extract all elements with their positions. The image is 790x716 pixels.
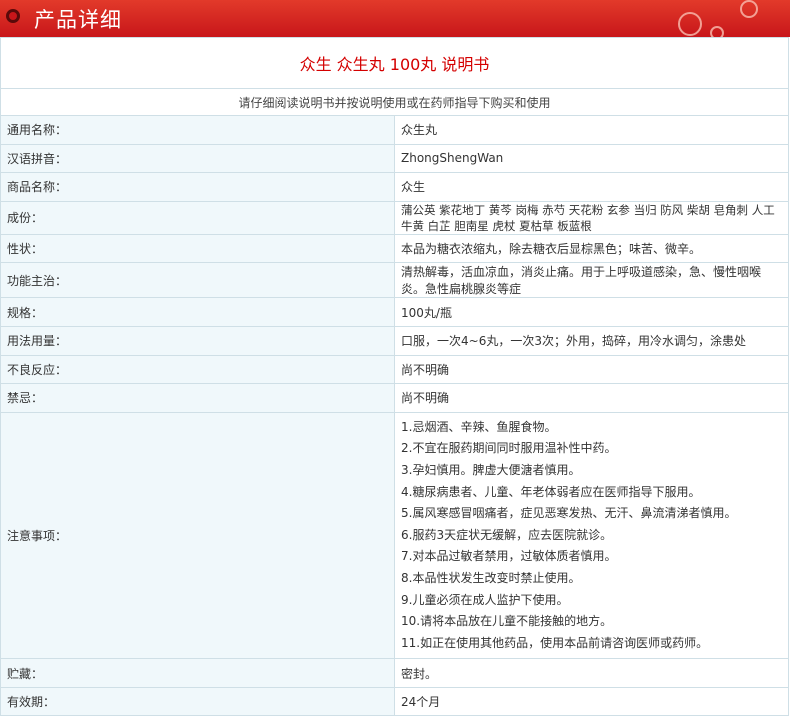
notice-row: 请仔细阅读说明书并按说明使用或在药师指导下购买和使用	[0, 88, 789, 116]
table-row: 用法用量： 口服，一次4~6丸，一次3次；外用，捣碎，用冷水调匀，涂患处	[0, 325, 789, 356]
precautions-list: 1.忌烟酒、辛辣、鱼腥食物。 2.不宜在服药期间同时服用温补性中药。 3.孕妇慎…	[394, 411, 789, 660]
row-label: 成份：	[0, 200, 395, 235]
spec-table: 众生 众生丸 100丸 说明书 请仔细阅读说明书并按说明使用或在药师指导下购买和…	[0, 37, 789, 716]
row-value: 尚不明确	[394, 383, 789, 413]
row-value: 众生	[394, 172, 789, 202]
list-item: 5.属风寒感冒咽痛者，症见恶寒发热、无汗、鼻流清涕者慎用。	[401, 506, 737, 521]
row-label: 用法用量：	[0, 325, 395, 356]
row-label: 功能主治：	[0, 262, 395, 299]
list-item: 9.儿童必须在成人监护下使用。	[401, 592, 569, 607]
row-value: ZhongShengWan	[394, 143, 789, 174]
bubble-decoration-icon	[740, 0, 758, 18]
instruction-sheet: 众生 众生丸 100丸 说明书 请仔细阅读说明书并按说明使用或在药师指导下购买和…	[0, 37, 790, 716]
list-item: 6.服药3天症状无缓解，应去医院就诊。	[401, 527, 613, 542]
table-row: 有效期： 24个月	[0, 686, 789, 716]
row-value: 密封。	[394, 658, 789, 688]
section-title: 产品详细	[34, 8, 122, 32]
list-item: 2.不宜在服药期间同时服用温补性中药。	[401, 441, 617, 456]
row-value: 众生丸	[394, 115, 789, 145]
row-value: 100丸/瓶	[394, 297, 789, 327]
table-row: 性状： 本品为糖衣浓缩丸，除去糖衣后显棕黑色；味苦、微辛。	[0, 233, 789, 264]
table-row: 规格： 100丸/瓶	[0, 297, 789, 327]
bullet-circle-icon	[6, 9, 20, 23]
row-label: 通用名称：	[0, 115, 395, 145]
row-value: 口服，一次4~6丸，一次3次；外用，捣碎，用冷水调匀，涂患处	[394, 325, 789, 356]
list-item: 8.本品性状发生改变时禁止使用。	[401, 570, 581, 585]
row-label: 性状：	[0, 233, 395, 264]
row-value: 尚不明确	[394, 354, 789, 385]
section-header: 产品详细	[0, 0, 790, 37]
doc-title-row: 众生 众生丸 100丸 说明书	[0, 37, 789, 89]
precautions-row: 注意事项： 1.忌烟酒、辛辣、鱼腥食物。 2.不宜在服药期间同时服用温补性中药。…	[0, 411, 789, 660]
row-label: 汉语拼音：	[0, 143, 395, 174]
row-value: 蒲公英 紫花地丁 黄芩 岗梅 赤芍 天花粉 玄参 当归 防风 柴胡 皂角刺 人工…	[394, 200, 789, 235]
table-row: 不良反应： 尚不明确	[0, 354, 789, 385]
table-row: 成份： 蒲公英 紫花地丁 黄芩 岗梅 赤芍 天花粉 玄参 当归 防风 柴胡 皂角…	[0, 200, 789, 235]
list-item: 3.孕妇慎用。脾虚大便溏者慎用。	[401, 462, 581, 477]
list-item: 7.对本品过敏者禁用，过敏体质者慎用。	[401, 549, 617, 564]
row-value: 清热解毒，活血凉血，消炎止痛。用于上呼吸道感染，急、慢性咽喉炎。急性扁桃腺炎等症	[394, 262, 789, 299]
list-item: 10.请将本品放在儿童不能接触的地方。	[401, 614, 613, 629]
table-row: 功能主治： 清热解毒，活血凉血，消炎止痛。用于上呼吸道感染，急、慢性咽喉炎。急性…	[0, 262, 789, 299]
table-row: 汉语拼音： ZhongShengWan	[0, 143, 789, 174]
doc-title: 众生 众生丸 100丸 说明书	[0, 37, 789, 89]
list-item: 4.糖尿病患者、儿童、年老体弱者应在医师指导下服用。	[401, 484, 701, 499]
precautions-label: 注意事项：	[0, 411, 395, 660]
row-label: 商品名称：	[0, 172, 395, 202]
row-label: 有效期：	[0, 686, 395, 716]
bubble-decoration-icon	[710, 26, 724, 37]
table-row: 通用名称： 众生丸	[0, 115, 789, 145]
bubble-decoration-icon	[678, 12, 702, 36]
notice-text: 请仔细阅读说明书并按说明使用或在药师指导下购买和使用	[0, 88, 789, 116]
row-label: 规格：	[0, 297, 395, 327]
row-value: 24个月	[394, 686, 789, 716]
table-row: 商品名称： 众生	[0, 172, 789, 202]
row-label: 贮藏：	[0, 658, 395, 688]
list-item: 1.忌烟酒、辛辣、鱼腥食物。	[401, 419, 557, 434]
row-label: 不良反应：	[0, 354, 395, 385]
table-row: 禁忌： 尚不明确	[0, 383, 789, 413]
table-row: 贮藏： 密封。	[0, 658, 789, 688]
row-value: 本品为糖衣浓缩丸，除去糖衣后显棕黑色；味苦、微辛。	[394, 233, 789, 264]
row-label: 禁忌：	[0, 383, 395, 413]
list-item: 11.如正在使用其他药品，使用本品前请咨询医师或药师。	[401, 635, 709, 650]
